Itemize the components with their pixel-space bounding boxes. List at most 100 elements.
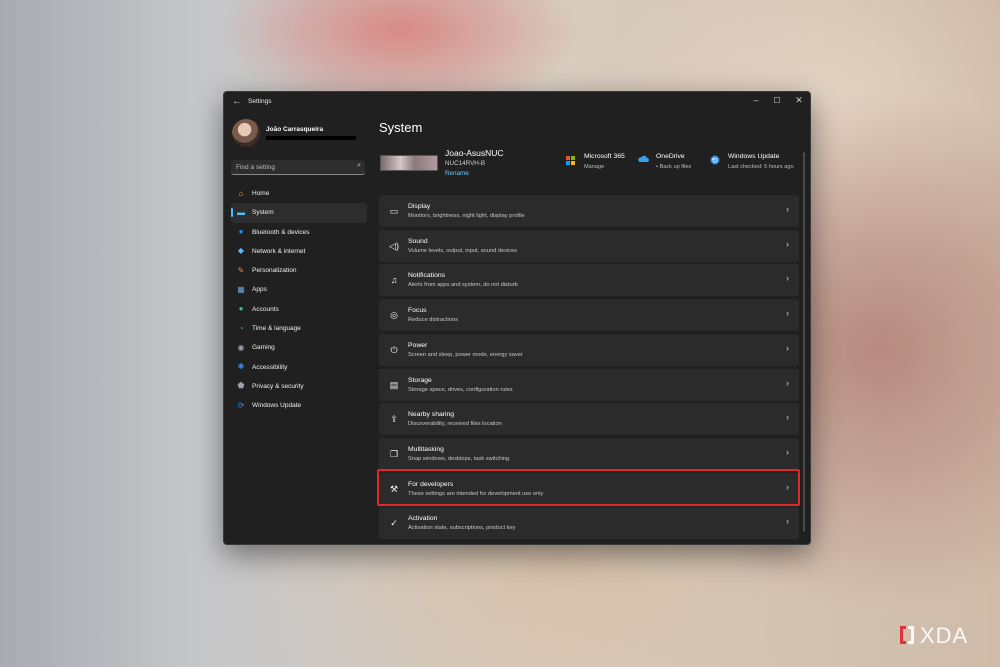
windows-update-icon: ⟳ (237, 400, 245, 410)
home-icon: ⌂ (238, 188, 244, 198)
personalization-icon: ✎ (237, 265, 245, 275)
storage-icon: ▤ (389, 379, 399, 390)
shield-icon: ⬟ (237, 381, 245, 391)
quick-subtitle: Last checked: 5 hours ago (728, 164, 794, 170)
settings-row-display[interactable]: ▭ Display Monitors, brightness, night ligh… (379, 195, 799, 227)
close-button[interactable]: ✕ (792, 95, 806, 106)
page-title: System (379, 120, 423, 135)
sidebar-item-personalization[interactable]: ✎ Personalization (231, 261, 367, 280)
rename-link[interactable]: Rename (445, 170, 469, 177)
row-subtitle: Reduce distractions (408, 317, 458, 324)
sidebar-item-network-internet[interactable]: ◆ Network & internet (231, 242, 367, 261)
chevron-right-icon: › (786, 377, 789, 388)
accounts-icon: ● (238, 304, 244, 314)
sidebar-item-label: Accounts (252, 305, 279, 313)
bell-icon: ♫ (390, 275, 398, 286)
system-icon: ▬ (237, 207, 245, 217)
device-name: Joao-AsusNUC (445, 148, 504, 158)
row-subtitle: Screen and sleep, power mode, energy sav… (408, 351, 523, 358)
sidebar-item-time-language[interactable]: ◔ Time & language (231, 319, 367, 338)
search-box[interactable]: Find a setting ⌕ (231, 160, 365, 175)
quick-title: Microsoft 365 (584, 153, 625, 160)
chevron-right-icon: › (786, 342, 789, 353)
settings-row-nearby-sharing[interactable]: ⇪ Nearby sharing Discoverability, received… (379, 403, 799, 436)
scrollbar[interactable] (803, 152, 805, 532)
row-title: Storage (408, 376, 432, 384)
sidebar-item-windows-update[interactable]: ⟳ Windows Update (231, 396, 367, 415)
row-title: Focus (408, 307, 427, 315)
row-title: Activation (408, 515, 438, 523)
quick-title: OneDrive (656, 153, 685, 160)
onedrive-icon (638, 155, 649, 165)
multitasking-icon: ❐ (389, 448, 399, 459)
settings-row-sound[interactable]: ◁) Sound Volume levels, output, input, sou… (379, 229, 799, 262)
avatar[interactable] (232, 119, 260, 147)
sidebar-item-gaming[interactable]: ◉ Gaming (231, 338, 367, 357)
sidebar-item-label: Gaming (252, 344, 275, 352)
activation-icon: ✓ (390, 518, 398, 529)
windows-update-icon (710, 155, 720, 165)
xda-watermark: XDA (898, 623, 968, 649)
row-subtitle: Activation state, subscriptions, product… (408, 525, 516, 532)
chevron-right-icon: › (786, 308, 789, 319)
row-title: Multitasking (408, 445, 444, 453)
sidebar-item-label: Home (252, 190, 270, 197)
sound-icon: ◁) (389, 240, 399, 251)
settings-row-storage[interactable]: ▤ Storage Storage space, drives, configura… (379, 368, 799, 401)
sidebar-nav: ⌂ Home ▬ System ● Bluetooth & devices ◆ Network… (231, 184, 367, 416)
search-icon[interactable]: ⌕ (357, 162, 361, 170)
chevron-right-icon: › (786, 412, 789, 423)
chevron-right-icon: › (786, 273, 789, 284)
microsoft-365-icon (566, 156, 575, 165)
gaming-icon: ◉ (237, 342, 245, 352)
sidebar-item-label: Personalization (252, 267, 297, 275)
power-icon: ⏻ (390, 344, 398, 355)
settings-row-activation[interactable]: ✓ Activation Activation state, subscriptio… (379, 507, 799, 540)
sidebar-item-label: Time & language (252, 325, 301, 333)
back-arrow-icon[interactable]: ← (232, 96, 242, 107)
chevron-right-icon: › (786, 238, 789, 249)
maximize-button[interactable]: ☐ (770, 96, 784, 105)
chevron-right-icon: › (786, 516, 789, 527)
chevron-right-icon: › (786, 204, 789, 214)
settings-row-notifications[interactable]: ♫ Notifications Alerts from apps and syste… (379, 264, 799, 297)
sidebar-item-label: Windows Update (252, 402, 302, 410)
chevron-right-icon: › (786, 446, 789, 457)
sidebar-item-apps[interactable]: ▦ Apps (231, 280, 367, 299)
settings-row-power[interactable]: ⏻ Power Screen and sleep, power mode, ener… (379, 333, 799, 366)
sidebar-item-label: Network & internet (252, 247, 306, 255)
sidebar-item-accessibility[interactable]: ✱ Accessibility (231, 358, 367, 377)
row-title: Nearby sharing (408, 411, 455, 419)
sidebar-item-system[interactable]: ▬ System (231, 203, 367, 223)
settings-row-multitasking[interactable]: ❐ Multitasking Snap windows, desktops, tas… (379, 437, 799, 470)
device-thumbnail (380, 155, 438, 171)
network-icon: ◆ (237, 246, 245, 256)
watermark-text: XDA (920, 623, 969, 648)
row-title: Notifications (408, 272, 446, 280)
row-title: Display (408, 203, 431, 210)
sidebar-item-privacy-security[interactable]: ⬟ Privacy & security (231, 377, 367, 396)
title-bar: ← Settings – ☐ ✕ (224, 92, 810, 112)
row-subtitle: Monitors, brightness, night light, displ… (408, 213, 525, 219)
sidebar-item-accounts[interactable]: ● Accounts (231, 300, 367, 319)
profile-name: João Carrasqueira (266, 126, 324, 133)
sidebar-item-label: Apps (252, 286, 267, 294)
sidebar-item-label: Bluetooth & devices (252, 228, 310, 236)
quick-subtitle: Manage (584, 164, 605, 170)
minimize-button[interactable]: – (749, 95, 763, 105)
search-input[interactable]: Find a setting (236, 164, 275, 171)
apps-icon: ▦ (237, 284, 245, 294)
xda-logo-icon (900, 626, 914, 644)
redacted-email (266, 136, 356, 140)
bluetooth-icon: ● (238, 227, 244, 237)
row-subtitle: Snap windows, desktops, task switching (408, 455, 510, 462)
row-title: Sound (408, 237, 428, 245)
focus-icon: ◎ (390, 310, 398, 321)
sidebar-item-home[interactable]: ⌂ Home (231, 184, 367, 203)
row-subtitle: Alerts from apps and system, do not dist… (408, 282, 518, 289)
sidebar-item-label: Accessibility (252, 363, 288, 371)
sidebar-item-label: System (252, 209, 274, 217)
settings-row-focus[interactable]: ◎ Focus Reduce distractions › (379, 299, 799, 332)
sidebar-item-bluetooth-devices[interactable]: ● Bluetooth & devices (231, 223, 367, 242)
time-language-icon: ◔ (238, 323, 244, 333)
